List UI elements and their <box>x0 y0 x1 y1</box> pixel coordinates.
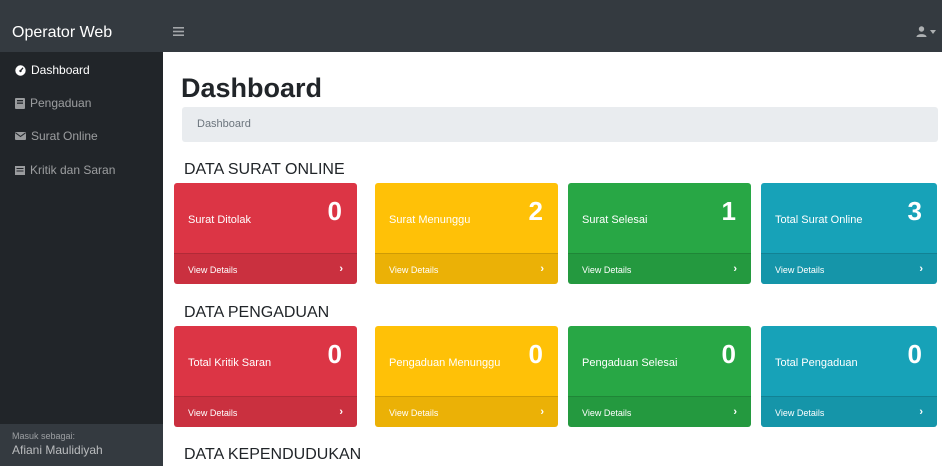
envelope-icon <box>15 132 26 140</box>
card-count: 1 <box>721 196 736 226</box>
sidebar-item-label: Surat Online <box>31 129 98 143</box>
card-label: Surat Menunggu <box>389 214 471 226</box>
chevron-right-icon: › <box>733 406 737 418</box>
view-details-label: View Details <box>775 408 825 418</box>
card-count: 0 <box>907 339 922 369</box>
section-title-kependudukan: DATA KEPENDUDUKAN <box>184 446 362 463</box>
card-count: 3 <box>907 196 922 226</box>
card-label: Pengaduan Selesai <box>582 357 678 369</box>
view-details-label: View Details <box>775 265 825 275</box>
top-navbar: Operator Web <box>0 0 942 52</box>
sidebar-item-pengaduan[interactable]: Pengaduan <box>15 96 91 110</box>
card-pengaduan-menunggu: Pengaduan Menunggu 0 View Details › <box>375 326 558 427</box>
card-label: Surat Selesai <box>582 214 648 226</box>
view-details-link[interactable]: View Details › <box>375 253 558 284</box>
chevron-right-icon: › <box>919 263 923 275</box>
card-surat-ditolak: Surat Ditolak 0 View Details › <box>174 183 357 284</box>
card-label: Total Surat Online <box>775 214 863 226</box>
sidebar-toggle-button[interactable] <box>173 23 184 40</box>
card-label: Total Kritik Saran <box>188 357 272 369</box>
sidebar-item-label: Dashboard <box>31 63 90 77</box>
card-count: 0 <box>327 339 342 369</box>
view-details-label: View Details <box>582 408 632 418</box>
view-details-link[interactable]: View Details › <box>761 253 937 284</box>
view-details-label: View Details <box>389 265 439 275</box>
view-details-link[interactable]: View Details › <box>174 253 357 284</box>
breadcrumb: Dashboard <box>182 107 938 142</box>
card-label: Surat Ditolak <box>188 214 251 226</box>
chevron-right-icon: › <box>540 263 544 275</box>
sidebar-item-label: Kritik dan Saran <box>30 163 116 177</box>
card-label: Total Pengaduan <box>775 357 858 369</box>
card-count: 0 <box>721 339 736 369</box>
view-details-link[interactable]: View Details › <box>568 396 751 427</box>
section-title-pengaduan: DATA PENGADUAN <box>184 304 330 321</box>
card-pengaduan-selesai: Pengaduan Selesai 0 View Details › <box>568 326 751 427</box>
view-details-label: View Details <box>582 265 632 275</box>
sidebar-item-dashboard[interactable]: Dashboard <box>15 63 90 77</box>
card-total-surat-online: Total Surat Online 3 View Details › <box>761 183 937 284</box>
card-total-kritik-saran: Total Kritik Saran 0 View Details › <box>174 326 357 427</box>
sidebar-item-kritik-saran[interactable]: Kritik dan Saran <box>15 163 115 177</box>
card-label: Pengaduan Menunggu <box>389 357 501 369</box>
chevron-right-icon: › <box>339 406 343 418</box>
chevron-right-icon: › <box>733 263 737 275</box>
card-total-pengaduan: Total Pengaduan 0 View Details › <box>761 326 937 427</box>
sidebar-item-label: Pengaduan <box>30 96 92 110</box>
chevron-right-icon: › <box>919 406 923 418</box>
view-details-link[interactable]: View Details › <box>375 396 558 427</box>
list-icon <box>15 165 25 175</box>
view-details-label: View Details <box>188 265 238 275</box>
view-details-link[interactable]: View Details › <box>568 253 751 284</box>
view-details-label: View Details <box>188 408 238 418</box>
book-icon <box>15 97 25 109</box>
card-count: 0 <box>528 339 543 369</box>
user-icon <box>916 26 927 37</box>
chevron-right-icon: › <box>339 263 343 275</box>
card-count: 0 <box>327 196 342 226</box>
logged-in-label: Masuk sebagai: <box>12 431 76 441</box>
section-title-surat-online: DATA SURAT ONLINE <box>184 161 345 178</box>
card-surat-menunggu: Surat Menunggu 2 View Details › <box>375 183 558 284</box>
user-dropdown[interactable] <box>916 26 936 37</box>
sidebar: Dashboard Pengaduan Surat Online Kritik … <box>0 52 163 466</box>
chevron-right-icon: › <box>540 406 544 418</box>
breadcrumb-item-dashboard: Dashboard <box>197 118 251 130</box>
main-content: Dashboard Dashboard DATA SURAT ONLINE Su… <box>163 52 942 466</box>
sidebar-footer: Masuk sebagai: Afiani Maulidiyah <box>0 424 163 466</box>
tachometer-icon <box>15 64 26 76</box>
card-count: 2 <box>528 196 543 226</box>
sidebar-item-surat-online[interactable]: Surat Online <box>15 129 98 143</box>
card-surat-selesai: Surat Selesai 1 View Details › <box>568 183 751 284</box>
caret-down-icon <box>930 29 936 34</box>
page-title: Dashboard <box>181 73 323 103</box>
view-details-label: View Details <box>389 408 439 418</box>
view-details-link[interactable]: View Details › <box>174 396 357 427</box>
logged-in-user: Afiani Maulidiyah <box>12 443 103 457</box>
brand-link[interactable]: Operator Web <box>12 24 112 42</box>
menu-icon <box>173 27 184 36</box>
view-details-link[interactable]: View Details › <box>761 396 937 427</box>
